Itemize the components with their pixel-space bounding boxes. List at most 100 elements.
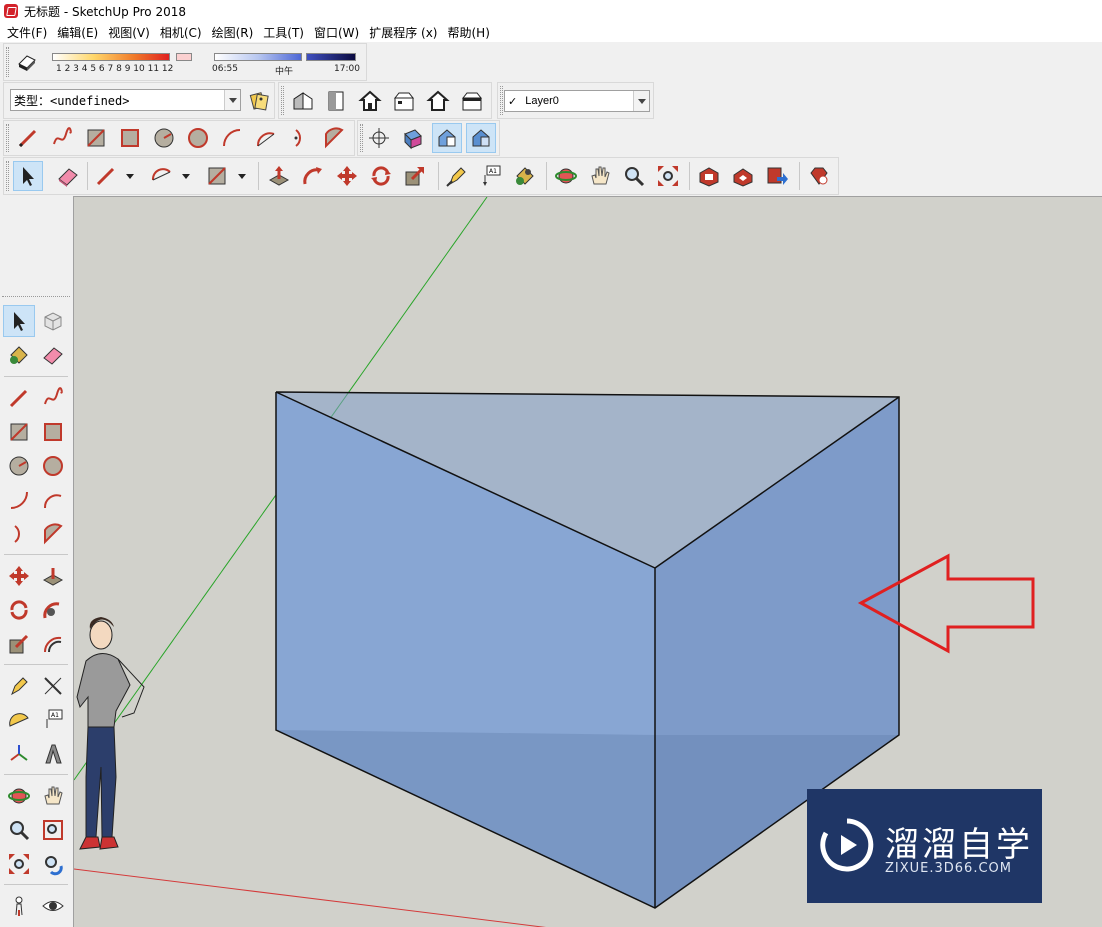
rectangle-tool[interactable] bbox=[81, 123, 111, 153]
palette-previous-view-tool[interactable] bbox=[37, 848, 69, 880]
chevron-down-icon[interactable] bbox=[224, 90, 240, 110]
line-dropdown[interactable] bbox=[125, 161, 135, 191]
palette-three-point-arc-tool[interactable] bbox=[3, 518, 35, 550]
menu-draw[interactable]: 绘图(R) bbox=[207, 24, 259, 41]
palette-look-around-tool[interactable] bbox=[37, 890, 69, 922]
palette-zoom-window-tool[interactable] bbox=[37, 814, 69, 846]
line-tool[interactable] bbox=[13, 123, 43, 153]
palette-move-tool[interactable] bbox=[3, 560, 35, 592]
palette-rectangle-tool[interactable] bbox=[3, 416, 35, 448]
palette-eraser-tool[interactable] bbox=[37, 339, 69, 371]
palette-follow-me-tool[interactable] bbox=[37, 594, 69, 626]
palette-dimension-tool[interactable] bbox=[37, 670, 69, 702]
type-selector[interactable]: 类型：<undefined> bbox=[10, 89, 241, 111]
position-camera-icon bbox=[15, 896, 23, 916]
palette-axes-tool[interactable] bbox=[3, 738, 35, 770]
shape-dropdown[interactable] bbox=[237, 161, 247, 191]
menu-view[interactable]: 视图(V) bbox=[103, 24, 155, 41]
menu-extensions[interactable]: 扩展程序 (x) bbox=[364, 24, 442, 41]
palette-circle-tool[interactable] bbox=[3, 450, 35, 482]
model-viewport[interactable]: 溜溜自学 ZIXUE.3D66.COM bbox=[73, 196, 1102, 927]
menu-tools[interactable]: 工具(T) bbox=[258, 24, 309, 41]
rotated-rectangle-tool[interactable] bbox=[115, 123, 145, 153]
chevron-down-icon[interactable] bbox=[633, 91, 649, 111]
eraser-tool[interactable] bbox=[53, 161, 83, 191]
two-point-arc-tool[interactable] bbox=[251, 123, 281, 153]
palette-freehand-tool[interactable] bbox=[37, 382, 69, 414]
scale-tool[interactable] bbox=[400, 161, 430, 191]
palette-make-component-tool[interactable] bbox=[37, 305, 69, 337]
palette-two-point-arc-tool[interactable] bbox=[37, 484, 69, 516]
palette-zoom-tool[interactable] bbox=[3, 814, 35, 846]
ruby-console-button[interactable] bbox=[804, 161, 834, 191]
3d-warehouse-button[interactable] bbox=[694, 161, 724, 191]
palette-orbit-tool[interactable] bbox=[3, 780, 35, 812]
palette-select-tool[interactable] bbox=[3, 305, 35, 337]
palette-protractor-tool[interactable] bbox=[3, 704, 35, 736]
rotate-tool[interactable] bbox=[366, 161, 396, 191]
palette-offset-tool[interactable] bbox=[37, 628, 69, 660]
palette-arc-tool[interactable] bbox=[3, 484, 35, 516]
palette-pie-tool[interactable] bbox=[37, 518, 69, 550]
follow-me-tool[interactable] bbox=[298, 161, 328, 191]
palette-rotated-rectangle-tool[interactable] bbox=[37, 416, 69, 448]
share-model-button[interactable] bbox=[728, 161, 758, 191]
section-plane-button[interactable] bbox=[364, 123, 394, 153]
palette-rotate-tool[interactable] bbox=[3, 594, 35, 626]
shape-tool-main[interactable] bbox=[202, 161, 232, 191]
back-view-button[interactable] bbox=[423, 86, 453, 116]
three-point-arc-tool[interactable] bbox=[285, 123, 315, 153]
zoom-tool[interactable] bbox=[619, 161, 649, 191]
palette-pan-tool[interactable] bbox=[37, 780, 69, 812]
time-slider[interactable] bbox=[214, 53, 302, 61]
palette-3d-text-tool[interactable] bbox=[37, 738, 69, 770]
month-slider-thumb[interactable] bbox=[176, 53, 192, 61]
orbit-tool[interactable] bbox=[551, 161, 581, 191]
palette-paint-tool[interactable] bbox=[3, 339, 35, 371]
menu-edit[interactable]: 编辑(E) bbox=[52, 24, 103, 41]
palette-position-camera-tool[interactable] bbox=[3, 890, 35, 922]
palette-scale-tool[interactable] bbox=[3, 628, 35, 660]
month-slider[interactable] bbox=[52, 53, 170, 61]
palette-line-tool[interactable] bbox=[3, 382, 35, 414]
classify-button[interactable] bbox=[244, 86, 274, 116]
circle-tool[interactable] bbox=[149, 123, 179, 153]
freehand-tool[interactable] bbox=[47, 123, 77, 153]
textured-style-button[interactable] bbox=[466, 123, 496, 153]
arc-dropdown[interactable] bbox=[181, 161, 191, 191]
polygon-tool[interactable] bbox=[183, 123, 213, 153]
arc-tool-main[interactable] bbox=[147, 161, 177, 191]
palette-tape-measure-tool[interactable] bbox=[3, 670, 35, 702]
shaded-style-button[interactable] bbox=[432, 123, 462, 153]
menu-camera[interactable]: 相机(C) bbox=[155, 24, 207, 41]
xray-button[interactable] bbox=[398, 123, 428, 153]
pie-tool[interactable] bbox=[319, 123, 349, 153]
pencil-icon bbox=[9, 389, 28, 408]
select-tool[interactable] bbox=[13, 161, 43, 191]
left-view-button[interactable] bbox=[457, 86, 487, 116]
layer-selector[interactable]: ✓ Layer0 bbox=[504, 90, 650, 112]
paint-bucket-tool[interactable] bbox=[510, 161, 540, 191]
front-view-button[interactable] bbox=[355, 86, 385, 116]
tape-measure-tool[interactable] bbox=[442, 161, 472, 191]
menu-help[interactable]: 帮助(H) bbox=[442, 24, 494, 41]
line-tool-main[interactable] bbox=[91, 161, 121, 191]
menu-window[interactable]: 窗口(W) bbox=[309, 24, 364, 41]
arc-tool[interactable] bbox=[217, 123, 247, 153]
palette-push-pull-tool[interactable] bbox=[37, 560, 69, 592]
text-tool[interactable]: A1 bbox=[476, 161, 506, 191]
move-tool[interactable] bbox=[332, 161, 362, 191]
pan-tool[interactable] bbox=[585, 161, 615, 191]
menu-file[interactable]: 文件(F) bbox=[2, 24, 52, 41]
zoom-extents-tool[interactable] bbox=[653, 161, 683, 191]
top-view-button[interactable] bbox=[321, 86, 351, 116]
palette-polygon-tool[interactable] bbox=[37, 450, 69, 482]
palette-zoom-extents-tool[interactable] bbox=[3, 848, 35, 880]
extension-warehouse-button[interactable] bbox=[762, 161, 792, 191]
shadow-toggle-button[interactable] bbox=[12, 47, 42, 77]
push-pull-tool[interactable] bbox=[264, 161, 294, 191]
iso-view-button[interactable] bbox=[288, 86, 318, 116]
palette-text-tool[interactable]: A1 bbox=[37, 704, 69, 736]
right-view-button[interactable] bbox=[389, 86, 419, 116]
time-slider-end[interactable] bbox=[306, 53, 356, 61]
